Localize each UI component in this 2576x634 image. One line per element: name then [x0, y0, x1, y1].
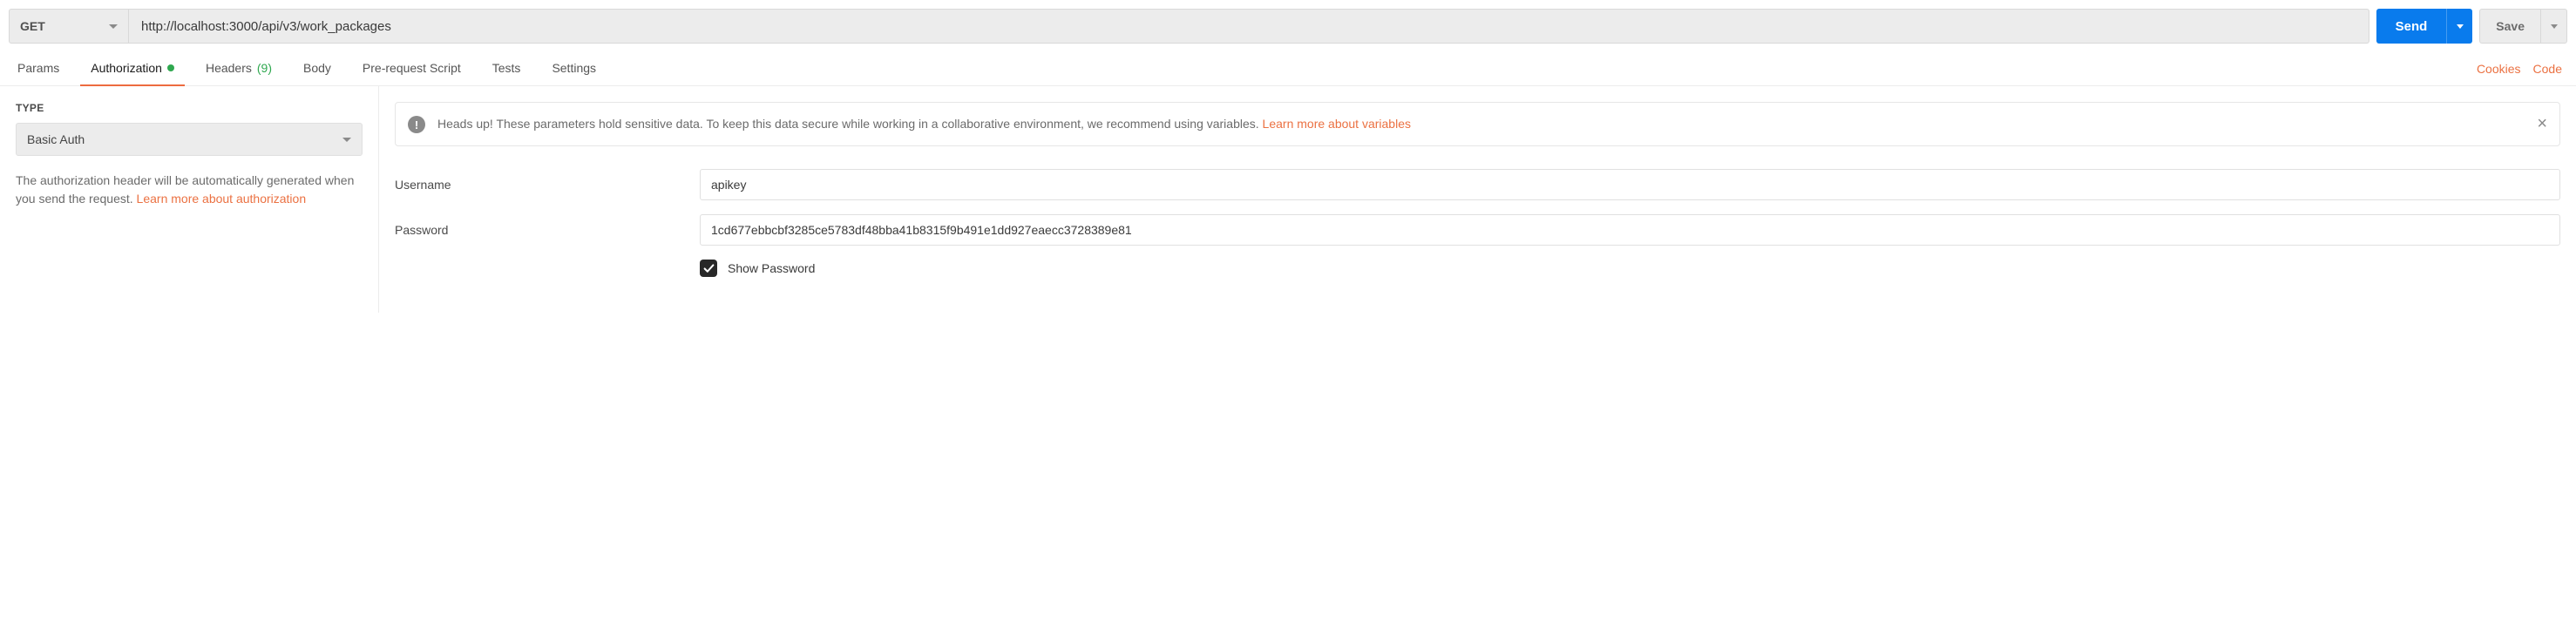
tab-label: Pre-request Script [363, 61, 461, 75]
tabs-left: Params Authorization Headers (9) Body Pre… [14, 52, 600, 85]
save-button[interactable]: Save [2479, 9, 2541, 44]
password-row: Password [395, 214, 2560, 246]
auth-help-text: The authorization header will be automat… [16, 172, 363, 208]
http-method-select[interactable]: GET [9, 9, 129, 44]
http-method-label: GET [20, 19, 45, 33]
tab-label: Settings [552, 61, 596, 75]
code-link[interactable]: Code [2533, 62, 2562, 76]
save-dropdown-button[interactable] [2541, 9, 2567, 44]
send-dropdown-button[interactable] [2446, 9, 2472, 44]
notice-text: Heads up! These parameters hold sensitiv… [437, 115, 2525, 133]
tab-tests[interactable]: Tests [489, 52, 525, 85]
request-bar: GET Send Save [0, 0, 2576, 52]
sensitive-data-notice: ! Heads up! These parameters hold sensit… [395, 102, 2560, 146]
tab-settings[interactable]: Settings [548, 52, 600, 85]
tabs-row: Params Authorization Headers (9) Body Pre… [0, 52, 2576, 86]
tab-params[interactable]: Params [14, 52, 63, 85]
status-dot-icon [167, 64, 174, 71]
type-heading: TYPE [16, 102, 363, 114]
send-button-group: Send [2376, 9, 2473, 44]
info-icon: ! [408, 116, 425, 133]
auth-type-select[interactable]: Basic Auth [16, 123, 363, 156]
close-icon[interactable]: × [2537, 115, 2547, 132]
auth-sidebar: TYPE Basic Auth The authorization header… [0, 86, 379, 313]
chevron-down-icon [109, 24, 118, 29]
password-input[interactable] [700, 214, 2560, 246]
tab-label: Headers [206, 61, 252, 75]
tab-authorization[interactable]: Authorization [87, 52, 178, 85]
save-button-group: Save [2479, 9, 2567, 44]
auth-type-value: Basic Auth [27, 132, 85, 146]
show-password-row: Show Password [700, 260, 2560, 277]
tab-label: Body [303, 61, 331, 75]
tabs-right: Cookies Code [2477, 62, 2562, 76]
learn-more-auth-link[interactable]: Learn more about authorization [137, 192, 307, 206]
chevron-down-icon [342, 138, 351, 142]
auth-content: ! Heads up! These parameters hold sensit… [379, 86, 2576, 313]
learn-more-variables-link[interactable]: Learn more about variables [1263, 117, 1411, 131]
send-button[interactable]: Send [2376, 9, 2447, 44]
show-password-checkbox[interactable] [700, 260, 717, 277]
checkmark-icon [703, 263, 715, 274]
tab-label: Params [17, 61, 59, 75]
show-password-label: Show Password [728, 261, 815, 275]
tab-count: (9) [257, 61, 272, 75]
username-input[interactable] [700, 169, 2560, 200]
password-label: Password [395, 223, 700, 237]
tab-prerequest[interactable]: Pre-request Script [359, 52, 464, 85]
tab-headers[interactable]: Headers (9) [202, 52, 275, 85]
cookies-link[interactable]: Cookies [2477, 62, 2521, 76]
tab-body[interactable]: Body [300, 52, 335, 85]
username-label: Username [395, 178, 700, 192]
main-area: TYPE Basic Auth The authorization header… [0, 86, 2576, 313]
tab-label: Authorization [91, 61, 162, 75]
username-row: Username [395, 169, 2560, 200]
url-input[interactable] [129, 9, 2369, 44]
tab-label: Tests [492, 61, 521, 75]
notice-body: Heads up! These parameters hold sensitiv… [437, 117, 1263, 131]
